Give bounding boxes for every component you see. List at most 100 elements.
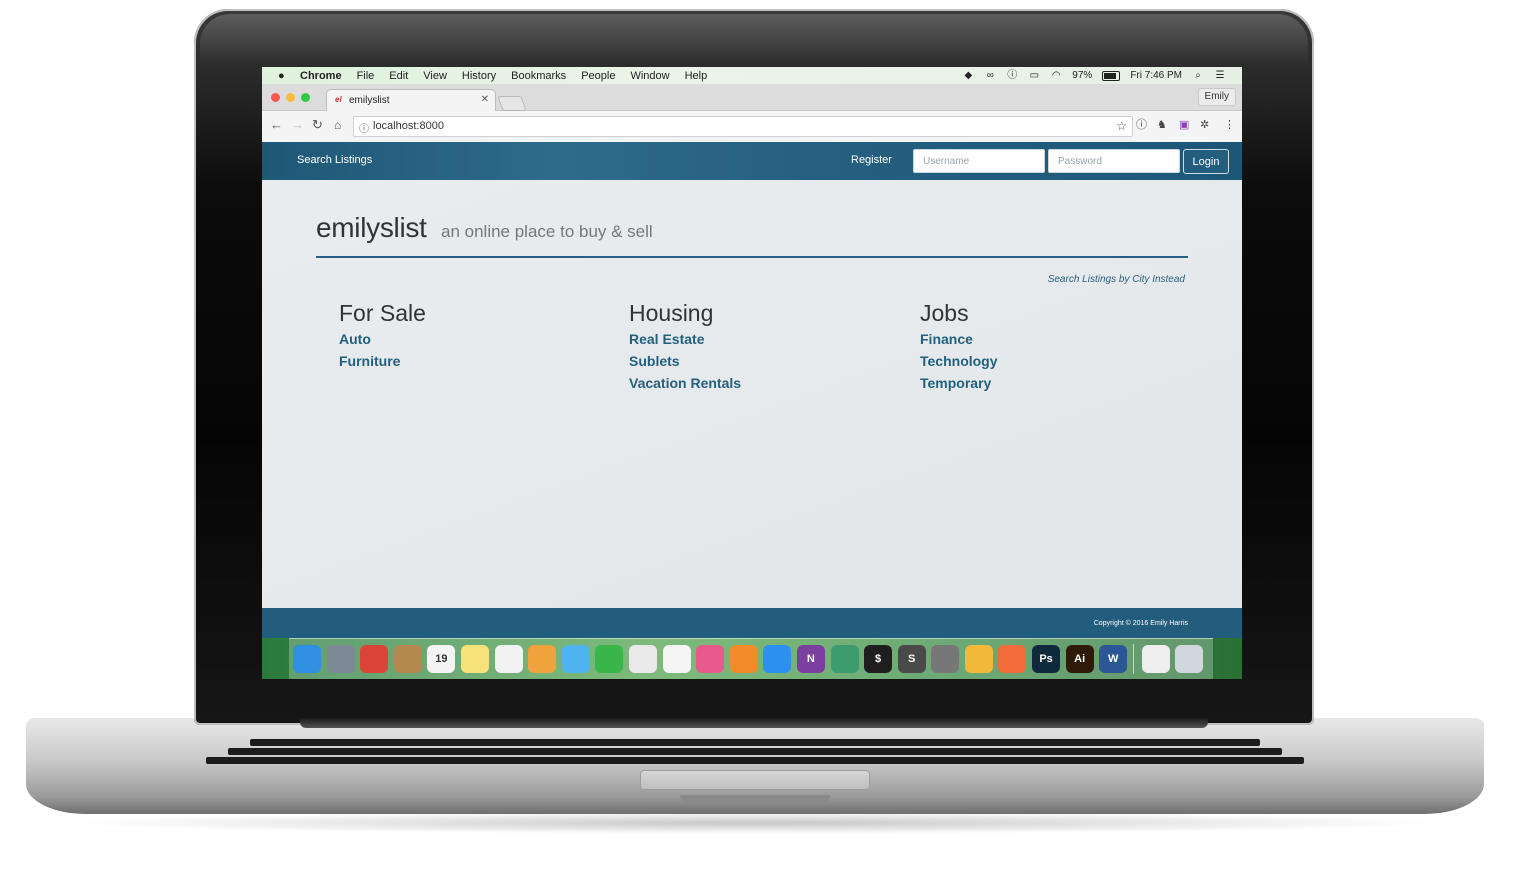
illustrator-icon[interactable]: Ai	[1065, 645, 1094, 673]
category-link-technology[interactable]: Technology	[920, 352, 1160, 370]
photos-icon[interactable]	[528, 645, 557, 673]
zoom-window-button[interactable]	[301, 93, 310, 102]
postman-icon[interactable]	[998, 645, 1027, 673]
extension-icon[interactable]: ♞	[1157, 119, 1167, 131]
menu-file[interactable]: File	[357, 70, 375, 82]
bookmark-star-icon[interactable]: ☆	[1116, 119, 1127, 133]
home-icon[interactable]: ⌂	[334, 118, 341, 132]
launchpad-icon[interactable]	[326, 645, 355, 673]
spotlight-icon[interactable]: ⌕	[1192, 70, 1204, 81]
keyboard-row	[206, 757, 1304, 764]
register-link[interactable]: Register	[851, 154, 892, 166]
downloads-stack-icon[interactable]	[1141, 645, 1170, 673]
battery-icon[interactable]	[1102, 70, 1121, 81]
menu-edit[interactable]: Edit	[389, 70, 408, 82]
wifi-icon[interactable]: ◠	[1050, 70, 1062, 81]
cup-app-icon[interactable]	[964, 645, 993, 673]
category-housing: Housing Real Estate Sublets Vacation Ren…	[629, 300, 869, 392]
site-footer: Copyright © 2016 Emily Harris	[262, 608, 1242, 638]
menu-help[interactable]: Help	[685, 70, 708, 82]
messages-icon[interactable]	[561, 645, 590, 673]
tab-strip: el emilyslist ✕ Emily	[262, 84, 1242, 111]
menu-history[interactable]: History	[462, 70, 496, 82]
login-button[interactable]: Login	[1183, 149, 1229, 174]
copyright-text: Copyright © 2016 Emily Harris	[1093, 620, 1188, 627]
minimize-window-button[interactable]	[286, 93, 295, 102]
category-link-vacation-rentals[interactable]: Vacation Rentals	[629, 374, 869, 392]
browser-toolbar: ← → ↻ ⌂ ⓘ localhost:8000 ☆ ⓘ ♞ ▣ ✲ ⋮	[262, 111, 1242, 143]
category-link-real-estate[interactable]: Real Estate	[629, 330, 869, 348]
category-link-furniture[interactable]: Furniture	[339, 352, 579, 370]
chrome-menu-icon[interactable]: ⋮	[1224, 119, 1235, 131]
username-input[interactable]	[913, 149, 1045, 173]
calendar-icon[interactable]: 19	[427, 645, 456, 673]
trackpad	[640, 770, 870, 790]
sublime-text-icon[interactable]: S	[897, 645, 926, 673]
photoshop-icon[interactable]: Ps	[1032, 645, 1061, 673]
atom-icon[interactable]	[830, 645, 859, 673]
keyboard-row	[228, 748, 1282, 755]
onenote-icon[interactable]: N	[796, 645, 825, 673]
site-favicon-icon: el	[335, 95, 342, 104]
search-listings-link[interactable]: Search Listings	[297, 154, 372, 166]
menu-bookmarks[interactable]: Bookmarks	[511, 70, 566, 82]
onepassword-extension-icon[interactable]: ⓘ	[1136, 119, 1147, 131]
screen: ● Chrome File Edit View History Bookmark…	[262, 67, 1242, 679]
hinge	[300, 718, 1208, 728]
site-info-icon[interactable]: ⓘ	[359, 120, 369, 135]
forward-icon[interactable]: →	[291, 118, 304, 132]
search-by-city-link[interactable]: Search Listings by City Instead	[1048, 274, 1185, 285]
password-input[interactable]	[1048, 149, 1180, 173]
settings-extension-icon[interactable]: ✲	[1200, 119, 1209, 131]
ibooks-icon[interactable]	[729, 645, 758, 673]
url-text: localhost:8000	[373, 120, 444, 132]
page-title: emilyslist	[316, 212, 427, 243]
airplay-icon[interactable]: ▭	[1028, 70, 1040, 81]
category-jobs: Jobs Finance Technology Temporary	[920, 300, 1160, 392]
keynote-icon[interactable]	[628, 645, 657, 673]
word-icon[interactable]: W	[1099, 645, 1128, 673]
creative-cloud-icon[interactable]: ∞	[984, 70, 996, 81]
app-store-icon[interactable]	[763, 645, 792, 673]
dock: 19 N $ S Ps Ai W	[289, 638, 1213, 679]
dropbox-icon[interactable]: ◆	[962, 70, 974, 81]
itunes-icon[interactable]	[696, 645, 725, 673]
category-link-sublets[interactable]: Sublets	[629, 352, 869, 370]
clock[interactable]: Fri 7:46 PM	[1130, 70, 1182, 81]
menu-window[interactable]: Window	[630, 70, 669, 82]
contacts-icon[interactable]	[393, 645, 422, 673]
terminal-icon[interactable]: $	[864, 645, 893, 673]
menu-view[interactable]: View	[423, 70, 447, 82]
category-heading: Housing	[629, 300, 714, 326]
category-link-temporary[interactable]: Temporary	[920, 374, 1160, 392]
browser-tab[interactable]: el emilyslist ✕	[326, 89, 496, 111]
numbers-icon[interactable]	[662, 645, 691, 673]
trash-icon[interactable]	[1175, 645, 1204, 673]
menu-people[interactable]: People	[581, 70, 615, 82]
apple-icon[interactable]: ●	[278, 70, 292, 82]
menu-app[interactable]: Chrome	[300, 70, 342, 82]
onenote-clipper-icon[interactable]: ▣	[1179, 119, 1189, 131]
close-window-button[interactable]	[271, 93, 280, 102]
category-link-auto[interactable]: Auto	[339, 330, 579, 348]
keyboard-row	[250, 739, 1260, 746]
reminders-icon[interactable]	[494, 645, 523, 673]
category-link-finance[interactable]: Finance	[920, 330, 1160, 348]
finder-icon[interactable]	[293, 645, 321, 673]
lid-glare	[200, 14, 1308, 66]
new-tab-button[interactable]	[497, 96, 527, 111]
address-bar[interactable]: ⓘ localhost:8000 ☆	[353, 116, 1133, 137]
site-navbar: Search Listings Register Login	[262, 142, 1242, 180]
onepassword-icon[interactable]: ⓘ	[1006, 70, 1018, 81]
tab-close-icon[interactable]: ✕	[481, 94, 489, 105]
notification-center-icon[interactable]: ☰	[1214, 70, 1226, 81]
chrome-icon[interactable]	[360, 645, 389, 673]
profile-button[interactable]: Emily	[1197, 88, 1236, 106]
notes-icon[interactable]	[460, 645, 489, 673]
reload-icon[interactable]: ↻	[312, 118, 323, 132]
facetime-icon[interactable]	[595, 645, 624, 673]
back-icon[interactable]: ←	[270, 118, 283, 132]
category-heading: For Sale	[339, 300, 426, 326]
laptop-shadow	[60, 812, 1450, 834]
system-preferences-icon[interactable]	[931, 645, 960, 673]
